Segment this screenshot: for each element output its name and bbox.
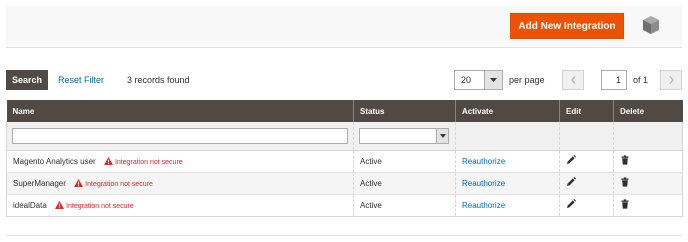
integration-name: SuperManager (13, 178, 66, 188)
per-page-value: 20 (461, 75, 472, 85)
total-pages-label: of 1 (633, 75, 649, 85)
name-filter-cell (6, 122, 354, 151)
warning-icon (104, 156, 113, 165)
integration-name: Magento Analytics user (13, 156, 96, 166)
cube-icon[interactable] (642, 15, 660, 35)
name-filter-input[interactable] (12, 127, 348, 144)
add-new-integration-button[interactable]: Add New Integration (510, 13, 624, 39)
chevron-down-icon[interactable] (436, 128, 448, 143)
trash-icon[interactable] (620, 177, 630, 187)
current-page-input[interactable] (601, 70, 627, 90)
delete-cell (613, 172, 683, 195)
reauthorize-link[interactable]: Reauthorize (462, 201, 505, 210)
divider (6, 235, 682, 236)
chevron-left-icon (570, 76, 575, 84)
per-page-label: per page (509, 75, 545, 85)
pencil-icon[interactable] (566, 199, 576, 209)
chevron-right-icon (669, 76, 674, 84)
security-warning: Integration not secure (74, 178, 153, 188)
reauthorize-link[interactable]: Reauthorize (462, 179, 505, 188)
table-row: SuperManager Integration not secure Acti… (6, 172, 683, 195)
column-header-status[interactable]: Status (353, 100, 456, 122)
activate-cell: Reauthorize (455, 172, 560, 195)
integration-name-cell: idealData Integration not secure (6, 194, 354, 217)
column-header-edit: Edit (559, 100, 614, 122)
filter-cell-empty (559, 122, 614, 151)
filter-cell-empty (455, 122, 560, 151)
column-header-name[interactable]: Name (6, 100, 354, 122)
activate-cell: Reauthorize (455, 150, 560, 173)
reset-filter-link[interactable]: Reset Filter (58, 75, 104, 85)
pencil-icon[interactable] (566, 177, 576, 187)
warning-text: Integration not secure (66, 202, 134, 210)
security-warning: Integration not secure (104, 156, 183, 166)
integrations-grid: Name Status Activate Edit Delete Magento… (6, 100, 683, 217)
filter-row (6, 122, 683, 151)
search-button[interactable]: Search (6, 70, 48, 90)
next-page-button[interactable] (660, 70, 682, 90)
filter-cell-empty (613, 122, 683, 151)
activate-cell: Reauthorize (455, 194, 560, 217)
status-filter-cell (353, 122, 456, 151)
grid-header-row: Name Status Activate Edit Delete (6, 100, 683, 122)
warning-icon (74, 178, 84, 187)
edit-cell (559, 194, 614, 217)
integration-name-cell: SuperManager Integration not secure (6, 172, 354, 195)
integration-name-cell: Magento Analytics user Integration not s… (6, 150, 354, 173)
warning-text: Integration not secure (85, 180, 153, 188)
delete-cell (613, 150, 683, 173)
warning-text: Integration not secure (114, 158, 183, 166)
status-cell: Active (353, 172, 456, 195)
reauthorize-link[interactable]: Reauthorize (462, 157, 505, 166)
column-header-activate: Activate (455, 100, 560, 122)
trash-icon[interactable] (620, 155, 630, 165)
edit-cell (559, 172, 614, 195)
column-header-delete: Delete (613, 100, 683, 122)
chevron-down-icon[interactable] (484, 71, 502, 89)
previous-page-button[interactable] (562, 70, 584, 90)
table-row: idealData Integration not secure Active … (6, 194, 683, 217)
table-row: Magento Analytics user Integration not s… (6, 150, 683, 173)
per-page-select[interactable]: 20 (454, 70, 503, 90)
warning-icon (55, 200, 64, 209)
pencil-icon[interactable] (566, 155, 576, 165)
delete-cell (613, 194, 683, 217)
integration-name: idealData (13, 200, 47, 210)
edit-cell (559, 150, 614, 173)
trash-icon[interactable] (620, 199, 630, 209)
security-warning: Integration not secure (55, 200, 134, 210)
status-cell: Active (353, 194, 456, 217)
records-found-count: 3 records found (127, 75, 190, 85)
status-filter-select[interactable] (359, 127, 449, 144)
status-cell: Active (353, 150, 456, 173)
